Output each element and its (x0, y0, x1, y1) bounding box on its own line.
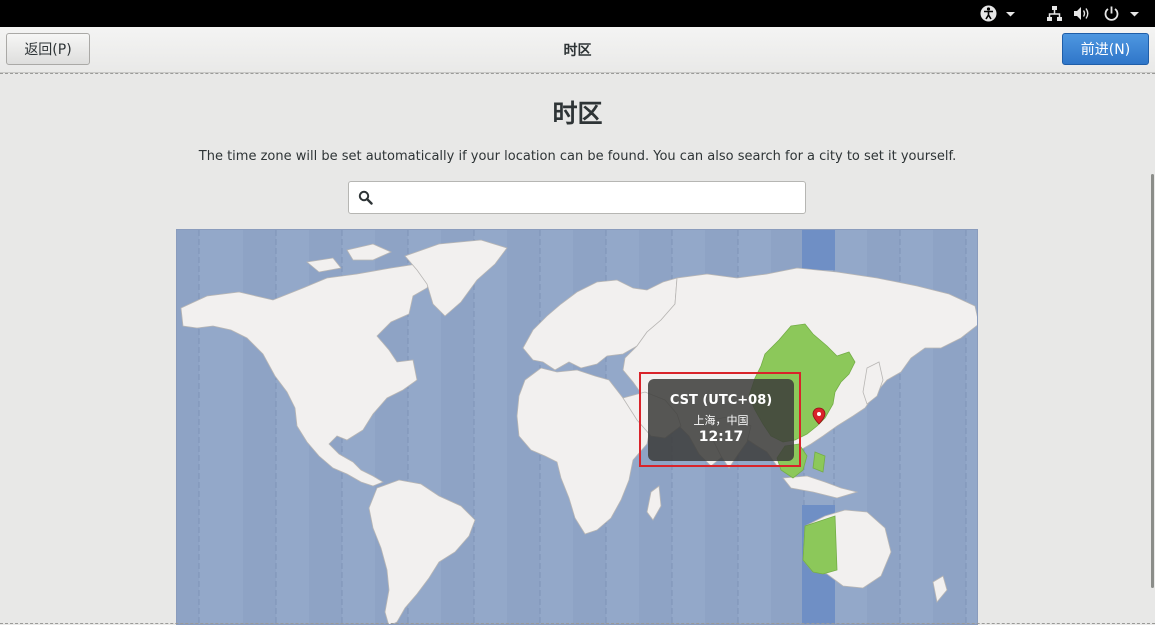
top-panel (0, 0, 1155, 27)
search-field[interactable] (348, 181, 806, 214)
header-divider (0, 73, 1155, 74)
scrollbar[interactable] (1151, 174, 1154, 588)
page-description: The time zone will be set automatically … (198, 149, 957, 164)
network-icon[interactable] (1046, 5, 1063, 22)
header-title: 时区 (563, 43, 592, 59)
header-bar: 返回(P) 时区 前进(N) (0, 27, 1155, 73)
search-input[interactable] (381, 186, 800, 211)
power-icon[interactable] (1103, 5, 1120, 22)
next-button[interactable]: 前进(N) (1062, 33, 1149, 65)
volume-icon[interactable] (1073, 5, 1091, 22)
search-icon (358, 190, 373, 209)
page-title: 时区 (552, 99, 603, 128)
chevron-down-icon[interactable] (1129, 5, 1140, 22)
timezone-map[interactable] (176, 229, 978, 625)
bottom-divider (0, 623, 1155, 624)
chevron-down-icon[interactable] (1005, 5, 1016, 22)
world-map-graphic (177, 230, 977, 624)
timezone-highlight-box (639, 372, 801, 467)
accessibility-icon[interactable] (980, 5, 997, 22)
